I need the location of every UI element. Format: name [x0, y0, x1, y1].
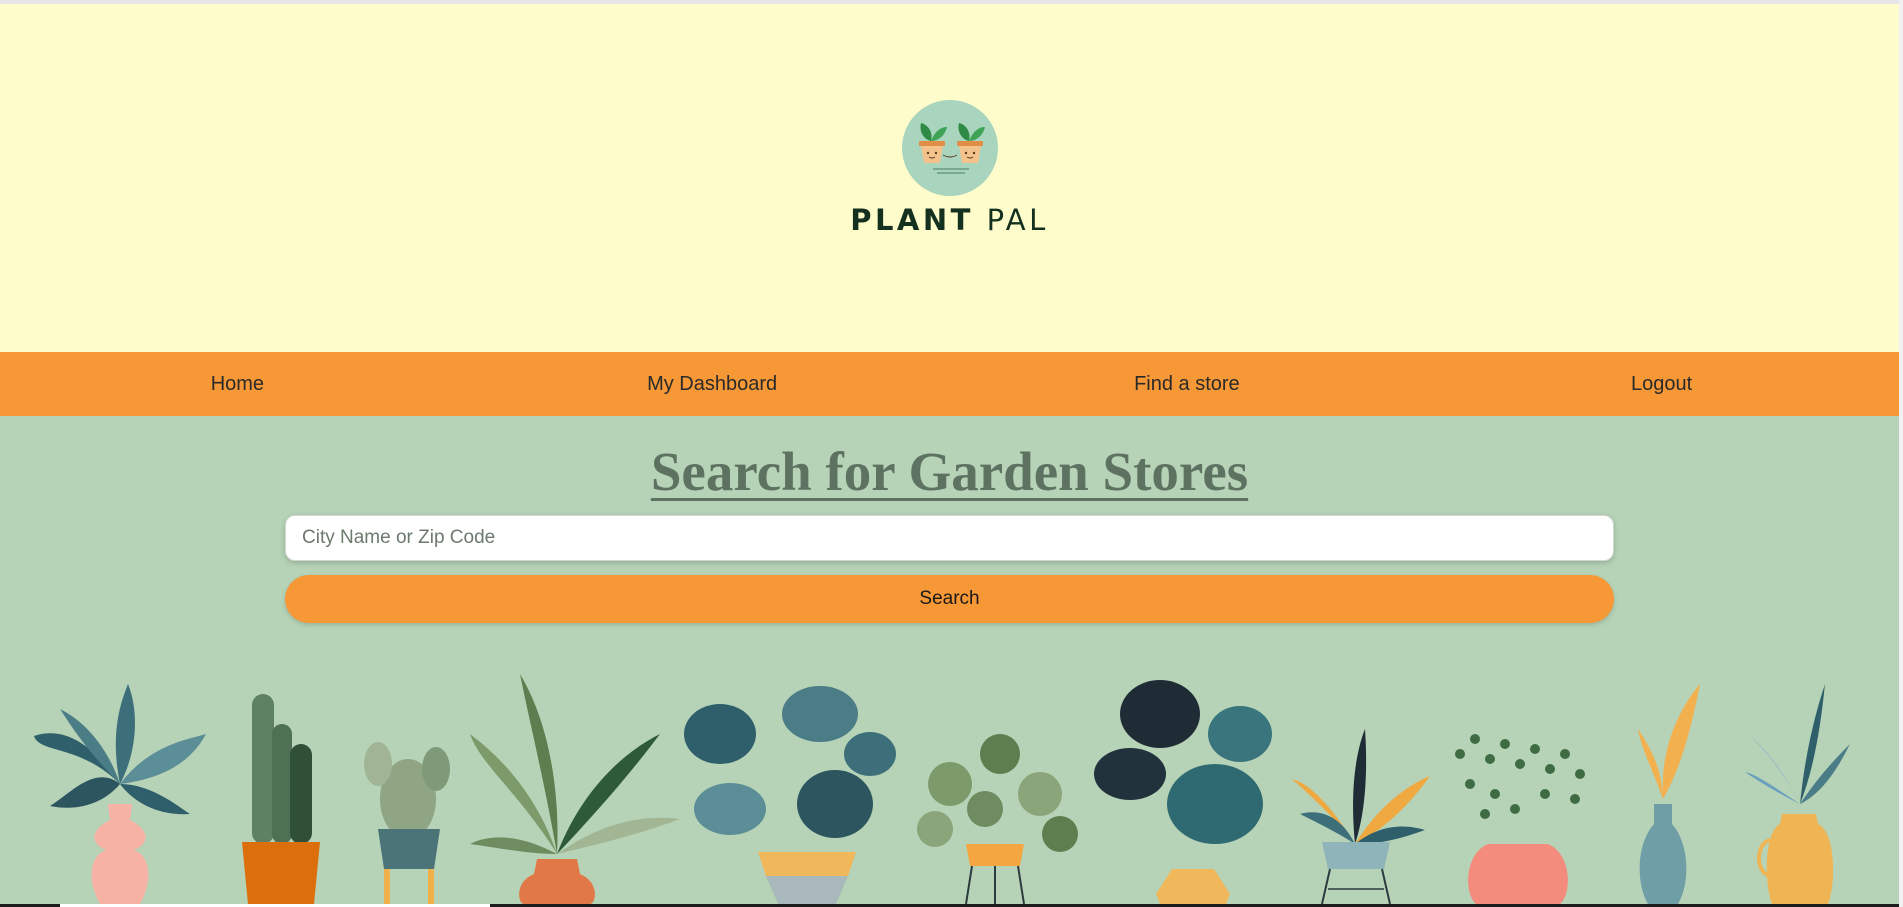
- page-title: Search for Garden Stores: [650, 441, 1249, 502]
- page-scrollbar[interactable]: [1899, 0, 1903, 907]
- plant-1: [34, 684, 206, 904]
- search-input[interactable]: [285, 515, 1614, 561]
- brand-name-bold: PLANT: [850, 203, 974, 237]
- plant-2: [242, 694, 320, 904]
- plant-9: [1455, 734, 1585, 904]
- plant-8: [1292, 729, 1430, 904]
- brand-name: PLANT PAL: [850, 203, 1049, 237]
- logo[interactable]: PLANT PAL: [0, 100, 1899, 237]
- search-section: Search for Garden Stores Search: [0, 416, 1899, 904]
- main-nav: Home My Dashboard Find a store Logout: [0, 352, 1899, 416]
- plant-6: [917, 734, 1078, 904]
- plant-10: [1638, 684, 1700, 904]
- nav-home[interactable]: Home: [0, 373, 475, 396]
- nav-my-dashboard[interactable]: My Dashboard: [475, 373, 950, 396]
- plant-7: [1094, 680, 1272, 904]
- nav-find-a-store[interactable]: Find a store: [950, 373, 1425, 396]
- potted-plants-illustration: [34, 674, 1850, 904]
- plant-11: [1745, 684, 1850, 904]
- brand-name-light: PAL: [986, 203, 1049, 237]
- plant-4: [470, 674, 680, 904]
- search-button[interactable]: Search: [285, 575, 1614, 623]
- plant-3: [364, 742, 450, 904]
- logo-pots-icon: [901, 100, 998, 196]
- plant-5: [684, 686, 896, 904]
- site-header: PLANT PAL: [0, 4, 1899, 352]
- nav-logout[interactable]: Logout: [1424, 373, 1899, 396]
